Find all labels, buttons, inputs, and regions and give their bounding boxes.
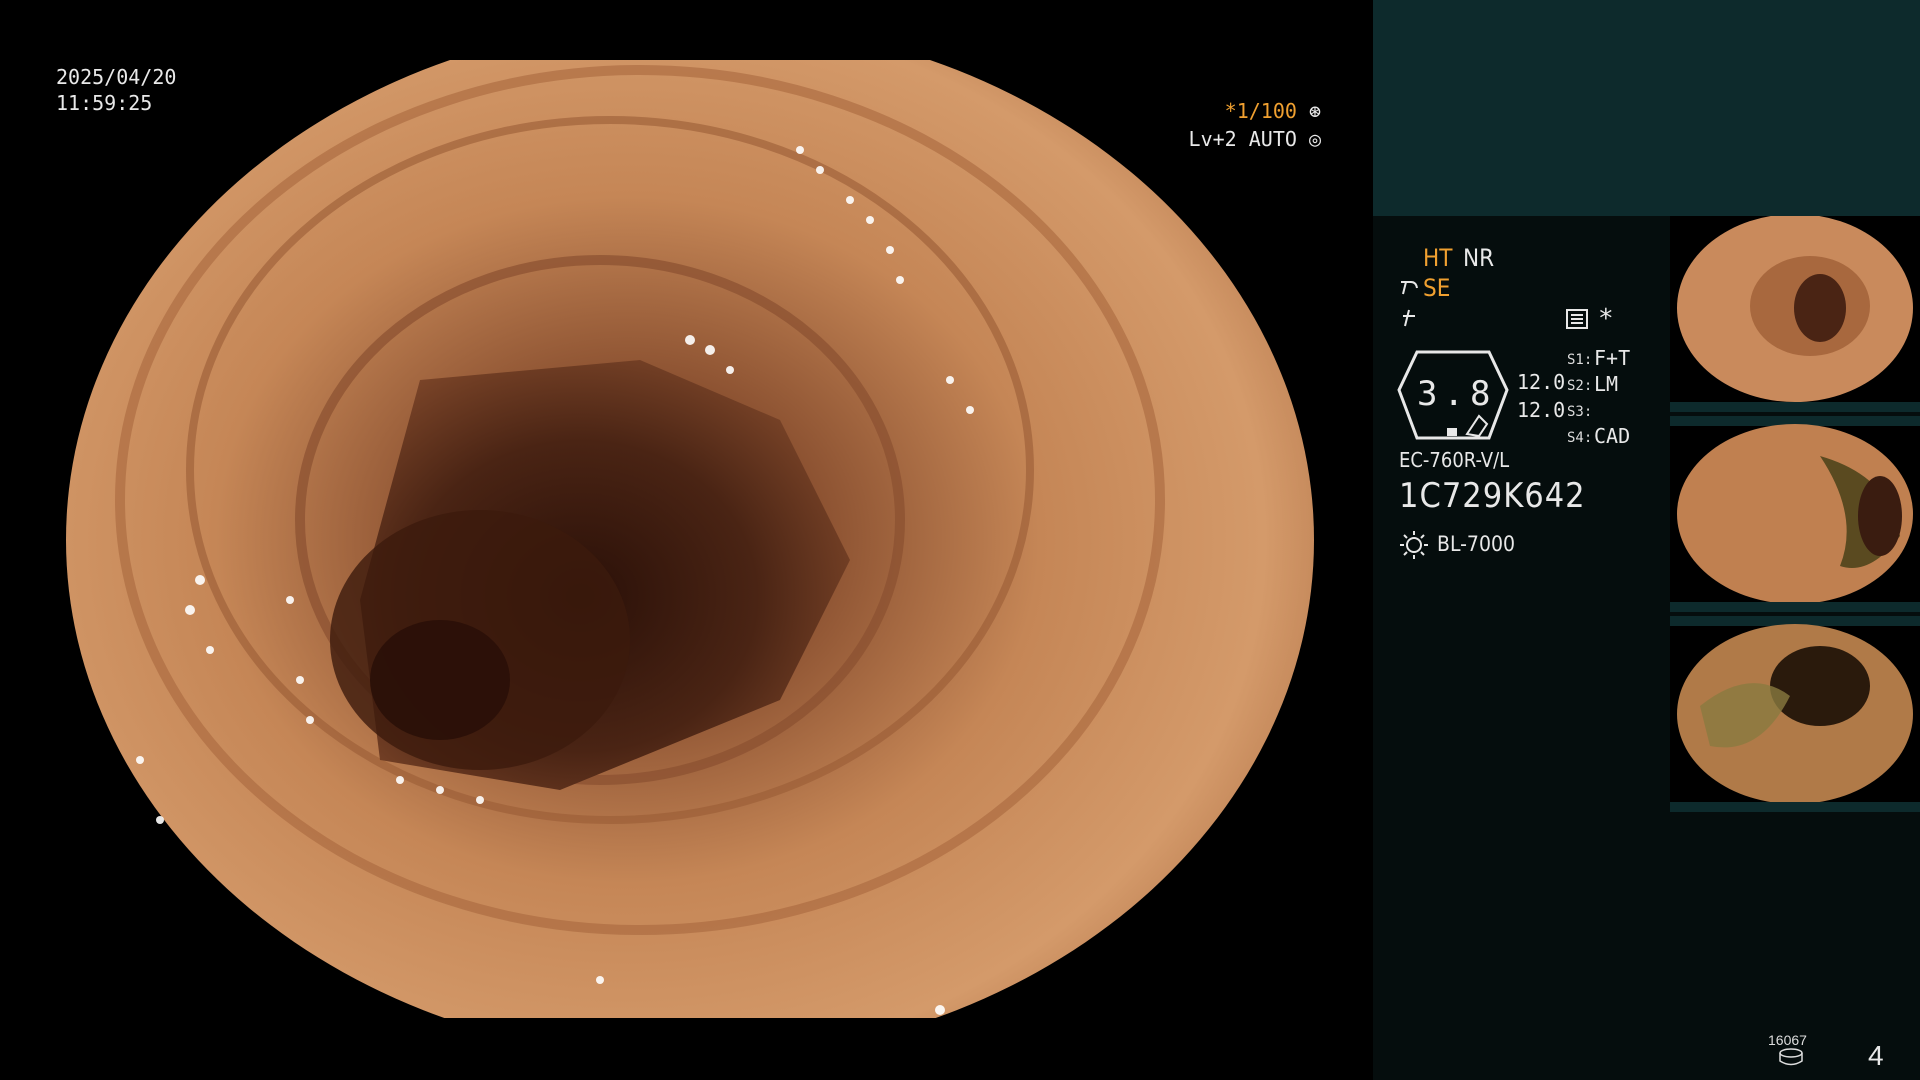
auto-iris-icon: ◎: [1296, 127, 1321, 151]
mode-nr: NR: [1463, 244, 1495, 272]
switch-1-label: S1:: [1567, 352, 1593, 368]
switch-4-label: S4:: [1567, 430, 1593, 446]
asterisk-mark: *: [1598, 304, 1614, 334]
date: 2025/04/20: [56, 65, 177, 89]
shutter-value: *1/100: [1224, 99, 1297, 123]
mode-ht: HT: [1423, 244, 1453, 272]
light-source-icon: [1400, 531, 1428, 559]
panel-header: [1373, 0, 1920, 216]
page-number: 4: [1868, 1040, 1884, 1071]
value-top: 12.0: [1517, 370, 1566, 394]
thumbnail-2-image: [1670, 416, 1920, 612]
iris-icon: ⊛: [1296, 99, 1321, 123]
light-source: BL-7000: [1437, 532, 1516, 556]
endoscope-view: 2025/04/20 11:59:25 *1/100 ⊛ Lv+2 AUTO ◎: [0, 0, 1373, 1080]
switch-2-label: S2:: [1567, 378, 1593, 394]
thumbnail-1-image: [1670, 216, 1920, 412]
image-count: 16067: [1768, 1032, 1807, 1048]
brightness-level: Lv+2 AUTO ◎: [1189, 126, 1321, 152]
value-bottom: 12.0: [1517, 398, 1566, 422]
date-time: 2025/04/20 11:59:25: [56, 64, 176, 116]
switch-3-label: S3:: [1567, 404, 1593, 420]
settings-icon: [1566, 309, 1588, 329]
thumbnail-1[interactable]: [1670, 216, 1920, 412]
mode-se: SE: [1423, 274, 1451, 302]
structure-enhance-icon: [1401, 281, 1418, 295]
switch-2-value: LM: [1594, 372, 1619, 396]
storage-icon: [1779, 1048, 1803, 1066]
thumbnail-3-image: [1670, 616, 1920, 812]
switch-1-value: F+T: [1594, 346, 1631, 370]
level-value: Lv+2 AUTO: [1188, 127, 1297, 151]
thumbnail-3[interactable]: [1670, 616, 1920, 812]
freeze-icon: [1403, 309, 1415, 327]
thumbnail-2[interactable]: [1670, 416, 1920, 612]
scope-serial: 1C729K642: [1399, 476, 1586, 516]
shutter-readout: *1/100 ⊛: [1225, 98, 1321, 124]
info-panel: HT NR SE * 3.8 12.0 12.0 S1: F+T S2: LM …: [1373, 0, 1920, 1080]
time: 11:59:25: [56, 91, 153, 115]
scope-model: EC-760R-V/L: [1399, 448, 1510, 472]
colonoscopy-image: [66, 60, 1314, 1018]
zoom-value: 3.8: [1417, 374, 1497, 414]
switch-4-value: CAD: [1594, 424, 1631, 448]
